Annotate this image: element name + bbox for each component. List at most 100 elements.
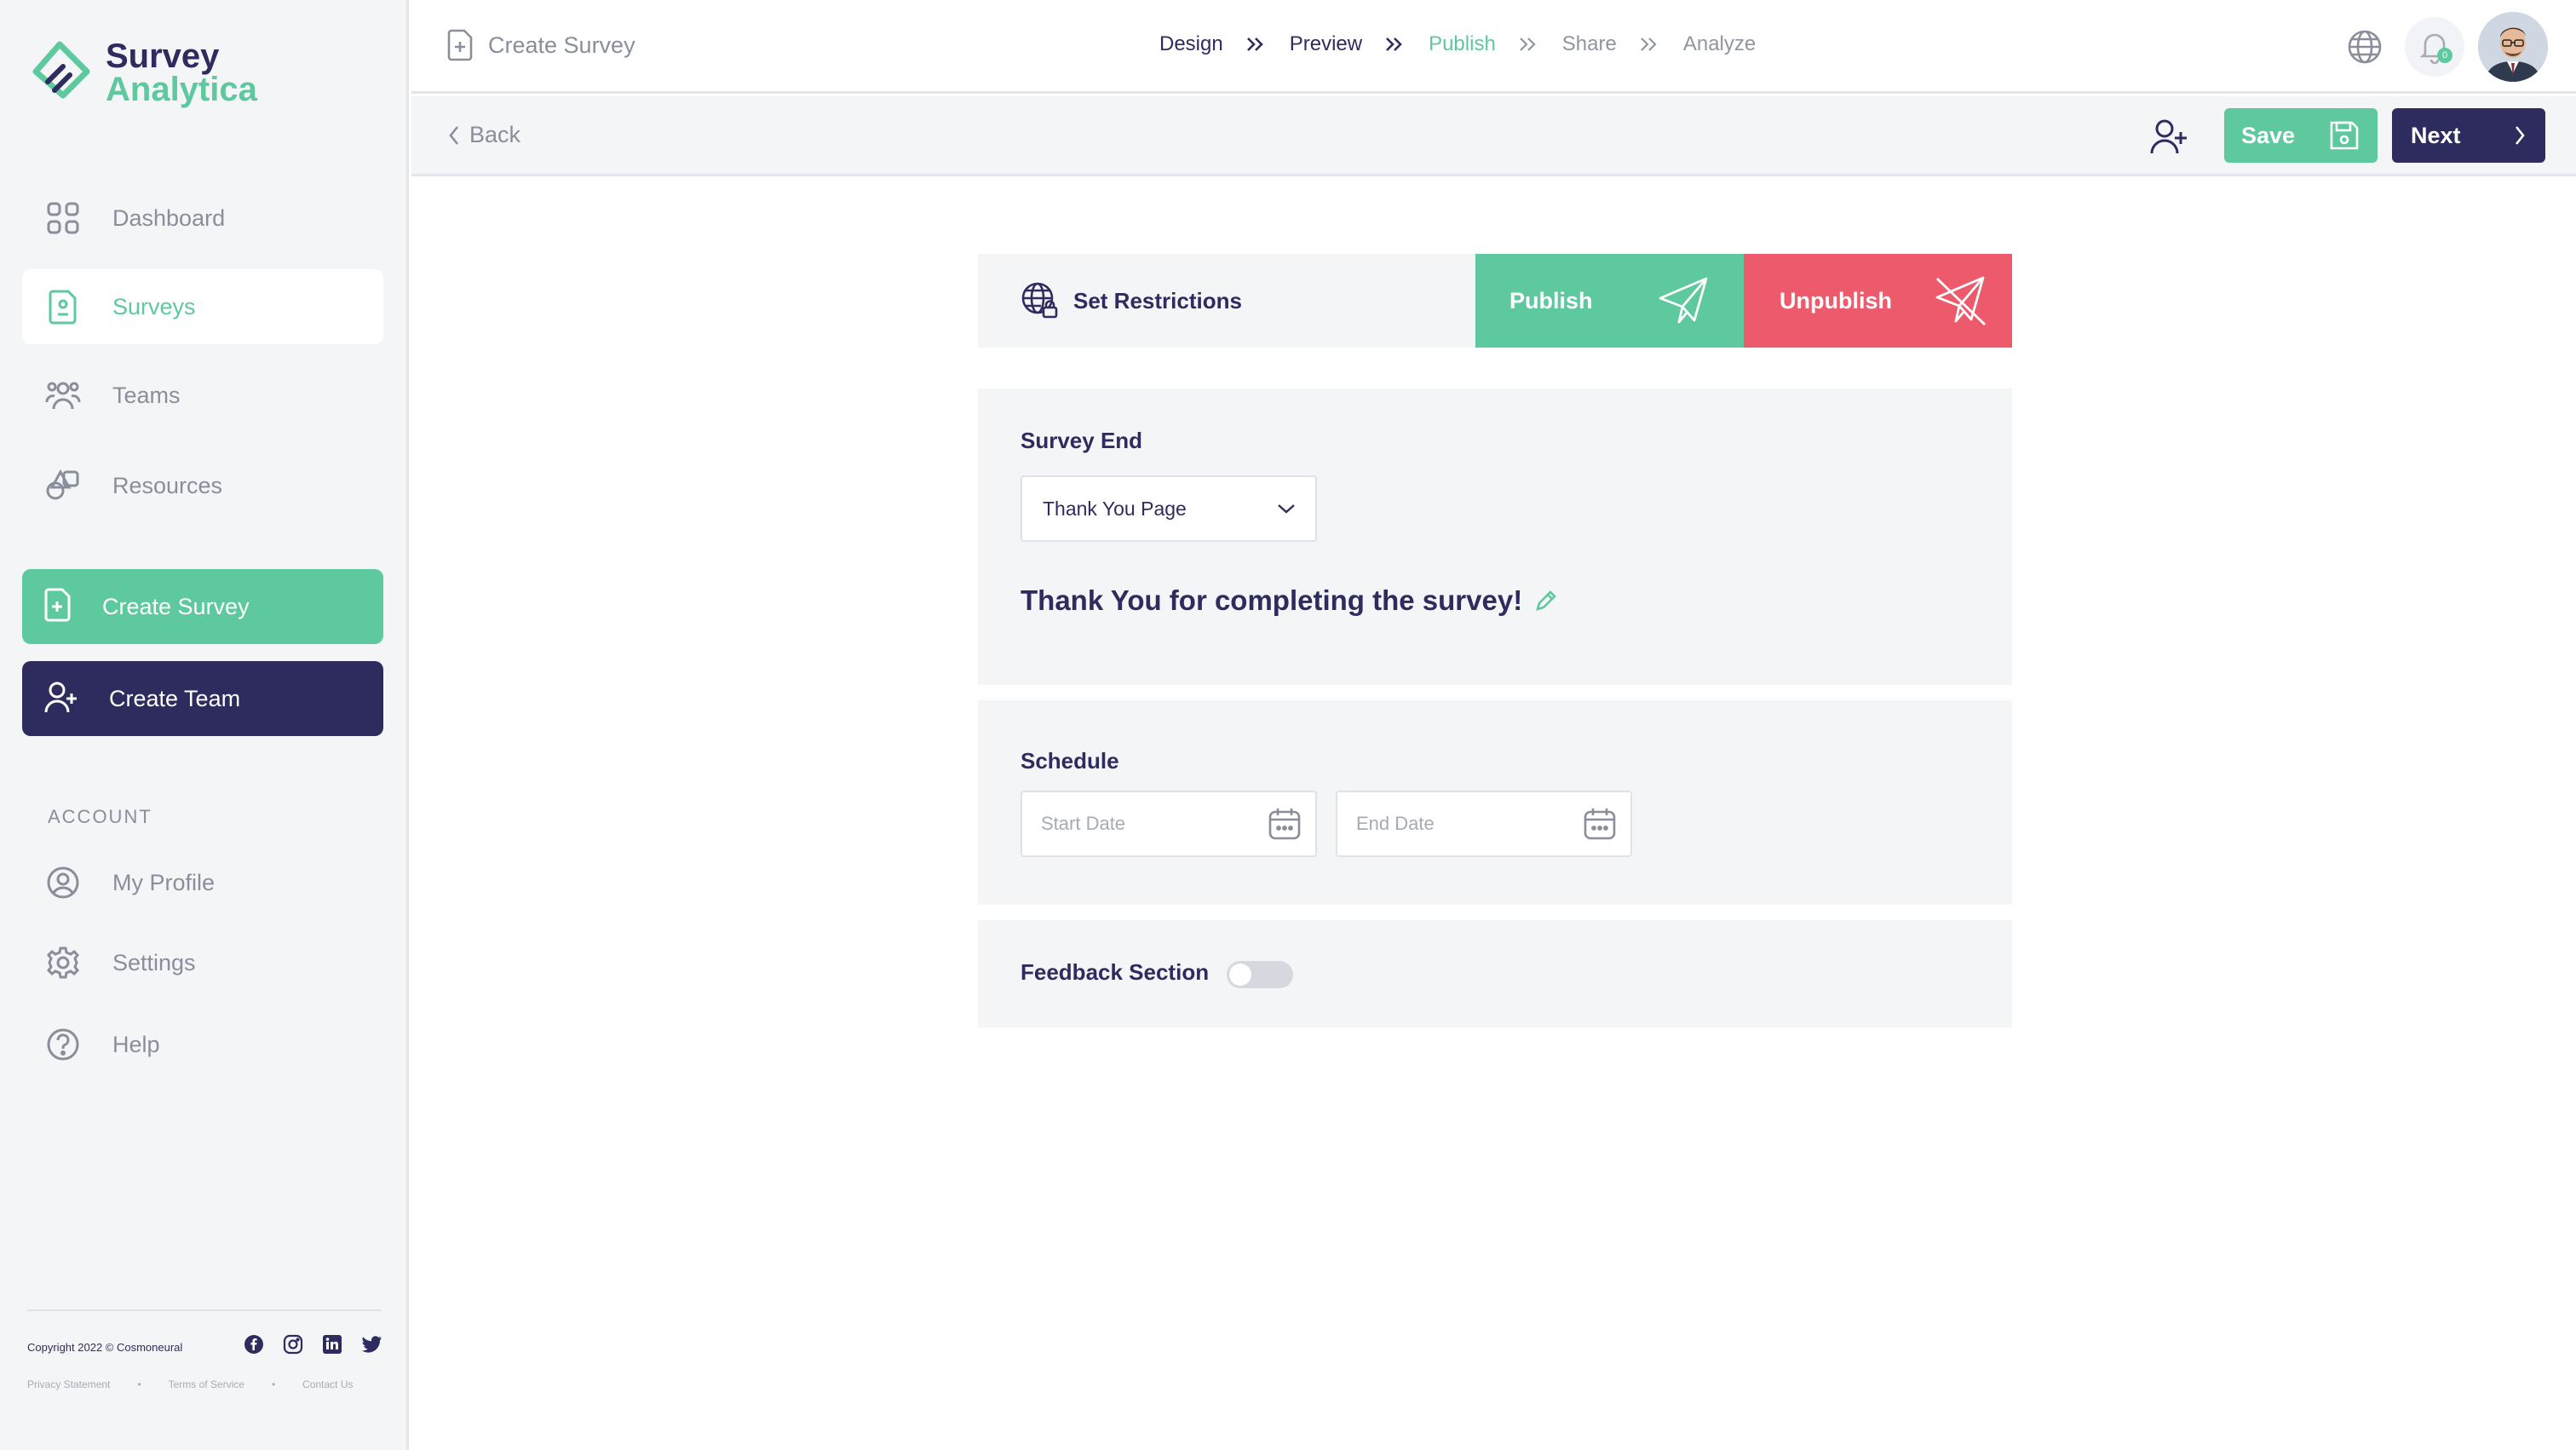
sidebar-item-resources[interactable]: Resources <box>22 448 383 523</box>
chevron-down-icon <box>1278 504 1295 514</box>
page-title: Create Survey <box>447 29 635 61</box>
survey-doc-icon <box>44 288 82 325</box>
sidebar-item-dashboard[interactable]: Dashboard <box>22 181 383 256</box>
sidebar-item-settings[interactable]: Settings <box>22 925 383 1000</box>
calendar-icon <box>1268 808 1301 840</box>
schedule-title: Schedule <box>1021 748 1119 774</box>
add-document-icon <box>44 588 72 626</box>
thank-you-text: Thank You for completing the survey! <box>1021 584 1523 616</box>
create-team-button[interactable]: Create Team <box>22 661 383 736</box>
chevron-double-right-icon <box>1518 34 1540 55</box>
unpublish-label: Unpublish <box>1780 287 1892 314</box>
calendar-icon <box>1584 808 1616 840</box>
sidebar-item-label: Dashboard <box>112 204 226 231</box>
twitter-icon[interactable] <box>361 1334 383 1356</box>
separator-dot: • <box>137 1378 141 1390</box>
save-button[interactable]: Save <box>2224 108 2378 163</box>
step-preview[interactable]: Preview <box>1290 32 1362 56</box>
create-survey-label: Create Survey <box>102 593 250 619</box>
footer-divider <box>27 1309 382 1311</box>
unpublish-button[interactable]: Unpublish <box>1744 254 2012 348</box>
page-title-text: Create Survey <box>488 32 635 58</box>
survey-end-selected-value: Thank You Page <box>1043 497 1187 520</box>
add-collaborator-icon[interactable] <box>2149 117 2188 156</box>
floppy-disk-icon <box>2330 121 2359 150</box>
set-restrictions-button[interactable]: Set Restrictions <box>978 254 1475 348</box>
publish-controls: Set Restrictions Publish Unpublish <box>978 254 2012 348</box>
step-design[interactable]: Design <box>1159 32 1223 56</box>
chevron-double-right-icon <box>1639 34 1661 55</box>
step-publish[interactable]: Publish <box>1429 32 1496 56</box>
set-restrictions-label: Set Restrictions <box>1073 287 1242 314</box>
user-avatar[interactable] <box>2478 12 2548 82</box>
grid-icon <box>44 199 82 237</box>
action-bar: Back Save Next <box>411 96 2576 176</box>
sidebar-item-help[interactable]: Help <box>22 1007 383 1082</box>
toggle-knob <box>1229 964 1251 986</box>
pencil-edit-icon[interactable] <box>1534 589 1558 613</box>
survey-end-section: Survey End Thank You Page Thank You for … <box>978 388 2012 685</box>
start-date-placeholder: Start Date <box>1041 813 1126 834</box>
step-analyze[interactable]: Analyze <box>1683 32 1756 56</box>
sidebar-item-label: Surveys <box>112 293 196 319</box>
feedback-section: Feedback Section <box>978 920 2012 1027</box>
brand-name-line2: Analytica <box>106 71 257 108</box>
add-user-icon <box>44 680 78 718</box>
add-document-icon <box>447 29 473 61</box>
user-circle-icon <box>44 864 82 901</box>
privacy-statement-link[interactable]: Privacy Statement <box>27 1378 110 1390</box>
team-icon <box>44 377 82 414</box>
publish-label: Publish <box>1509 287 1593 314</box>
brand-logo[interactable]: Survey Analytica <box>26 37 257 109</box>
next-button[interactable]: Next <box>2392 108 2545 163</box>
legal-links: Privacy Statement • Terms of Service • C… <box>27 1378 354 1390</box>
thank-you-message: Thank You for completing the survey! <box>1021 584 1558 617</box>
notification-count-badge: 0 <box>2437 48 2452 63</box>
sidebar-item-label: Help <box>112 1031 160 1057</box>
sidebar-item-label: Settings <box>112 949 196 975</box>
copyright-text: Copyright 2022 © Cosmoneural <box>27 1341 183 1354</box>
chevron-left-icon <box>449 125 459 145</box>
back-label: Back <box>469 122 521 147</box>
instagram-icon[interactable] <box>283 1334 305 1356</box>
start-date-input[interactable]: Start Date <box>1021 791 1317 857</box>
linkedin-icon[interactable] <box>322 1334 344 1356</box>
sidebar-item-surveys[interactable]: Surveys <box>22 269 383 344</box>
chevron-right-icon <box>2515 126 2525 145</box>
gear-icon <box>44 944 82 981</box>
next-label: Next <box>2411 122 2461 148</box>
separator-dot: • <box>271 1378 276 1390</box>
save-label: Save <box>2241 122 2296 148</box>
schedule-section: Schedule Start Date End Date <box>978 700 2012 905</box>
notifications-button[interactable]: 0 <box>2405 17 2464 77</box>
top-bar: Create Survey Design Preview Publish Sha… <box>411 0 2576 94</box>
feedback-title: Feedback Section <box>1021 959 1210 985</box>
feedback-toggle[interactable] <box>1227 961 1293 988</box>
create-survey-button[interactable]: Create Survey <box>22 569 383 644</box>
end-date-placeholder: End Date <box>1356 813 1435 834</box>
publish-button[interactable]: Publish <box>1475 254 1744 348</box>
sidebar-item-my-profile[interactable]: My Profile <box>22 845 383 920</box>
facebook-icon[interactable] <box>244 1334 266 1356</box>
globe-icon[interactable] <box>2347 29 2383 65</box>
survey-end-select[interactable]: Thank You Page <box>1021 475 1317 542</box>
brand-name-line1: Survey <box>106 37 220 75</box>
sidebar: Survey Analytica Dashboard Surveys Teams… <box>0 0 409 1450</box>
survey-end-title: Survey End <box>1021 428 1143 453</box>
chevron-double-right-icon <box>1245 34 1268 55</box>
wizard-steps: Design Preview Publish Share Analyze <box>1159 32 1756 56</box>
terms-of-service-link[interactable]: Terms of Service <box>169 1378 244 1390</box>
contact-us-link[interactable]: Contact Us <box>302 1378 353 1390</box>
sidebar-item-label: My Profile <box>112 869 216 895</box>
sidebar-item-teams[interactable]: Teams <box>22 358 383 433</box>
social-links <box>244 1334 383 1356</box>
back-button[interactable]: Back <box>447 122 520 148</box>
create-team-label: Create Team <box>109 685 241 711</box>
sidebar-item-label: Resources <box>112 472 223 498</box>
sidebar-item-label: Teams <box>112 382 181 408</box>
step-share[interactable]: Share <box>1562 32 1617 56</box>
paper-plane-crossed-icon <box>1935 276 1986 326</box>
account-section-label: ACCOUNT <box>48 806 152 827</box>
end-date-input[interactable]: End Date <box>1336 791 1632 857</box>
shapes-icon <box>44 467 82 504</box>
